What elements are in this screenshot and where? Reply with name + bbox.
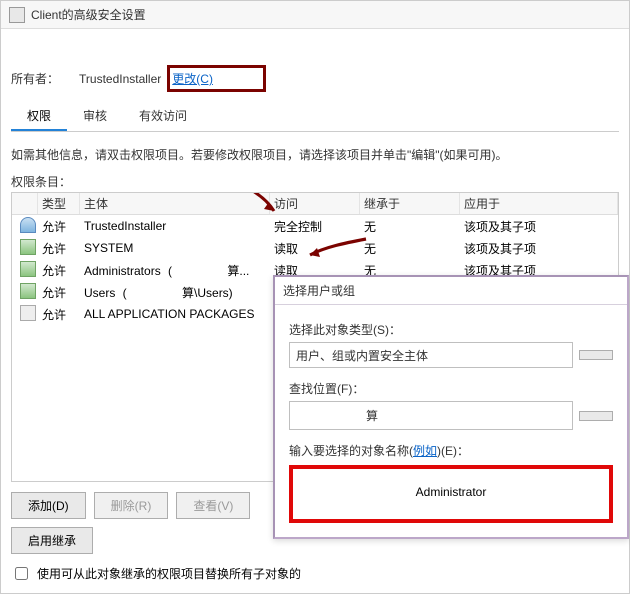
package-icon [20,305,36,321]
tab-effective-access[interactable]: 有效访问 [123,102,203,131]
table-row[interactable]: 允许SYSTEM读取无该项及其子项 [12,237,618,259]
annotation-change-owner-box: 更改(C) [167,65,266,92]
add-button[interactable]: 添加(D) [11,492,86,519]
user-icon [20,217,36,233]
col-inherit[interactable]: 继承于 [360,193,460,214]
group-icon [20,261,36,277]
change-owner-link[interactable]: 更改(C) [172,70,213,87]
replace-children-row: 使用可从此对象继承的权限项目替换所有子对象的 [1,558,629,593]
tab-permissions[interactable]: 权限 [11,102,67,131]
tabs: 权限 审核 有效访问 [11,102,619,132]
object-type-value [289,342,573,368]
tab-audit[interactable]: 审核 [67,102,123,131]
col-principal[interactable]: 主体 [80,193,270,214]
col-access[interactable]: 访问 [270,193,360,214]
subdlg-title: 选择用户或组 [283,282,355,299]
security-dialog: Client的高级安全设置 所有者： TrustedInstaller 更改(C… [0,0,630,594]
titlebar[interactable]: Client的高级安全设置 [1,1,629,29]
location-value: 算 [289,401,573,430]
col-apply[interactable]: 应用于 [460,193,618,214]
location-label: 查找位置(F)： [289,380,613,397]
subdlg-titlebar[interactable]: 选择用户或组 [275,277,627,305]
select-user-dialog: 选择用户或组 选择此对象类型(S)： 查找位置(F)： 算 输入要选择的对象名称… [273,275,629,539]
object-name-value: Administrator [416,485,487,499]
view-button: 查看(V) [176,492,250,519]
group-icon [20,239,36,255]
owner-row: 所有者： TrustedInstaller 更改(C) [11,65,619,92]
replace-children-label: 使用可从此对象继承的权限项目替换所有子对象的 [37,565,301,582]
object-type-label: 选择此对象类型(S)： [289,321,613,338]
owner-label: 所有者： [11,70,59,87]
hint-text: 如需其他信息，请双击权限项目。若要修改权限项目，请选择该项目并单击"编辑"(如果… [11,146,619,165]
remove-button: 删除(R) [94,492,169,519]
location-button[interactable] [579,411,613,421]
group-icon [20,283,36,299]
col-type[interactable]: 类型 [38,193,80,214]
object-type-button[interactable] [579,350,613,360]
replace-children-checkbox[interactable] [15,567,28,580]
table-row[interactable]: 允许TrustedInstaller完全控制无该项及其子项 [12,215,618,237]
entries-label: 权限条目： [11,173,619,190]
example-link[interactable]: 例如 [413,444,437,458]
list-header: 类型 主体 访问 继承于 应用于 [12,193,618,215]
enable-inherit-button[interactable]: 启用继承 [11,527,93,554]
owner-value: TrustedInstaller [79,72,161,86]
dialog-icon [9,7,25,23]
annotation-object-name-box: Administrator [289,465,613,523]
window-title: Client的高级安全设置 [31,6,146,23]
object-name-label: 输入要选择的对象名称(例如)(E)： [289,442,613,459]
